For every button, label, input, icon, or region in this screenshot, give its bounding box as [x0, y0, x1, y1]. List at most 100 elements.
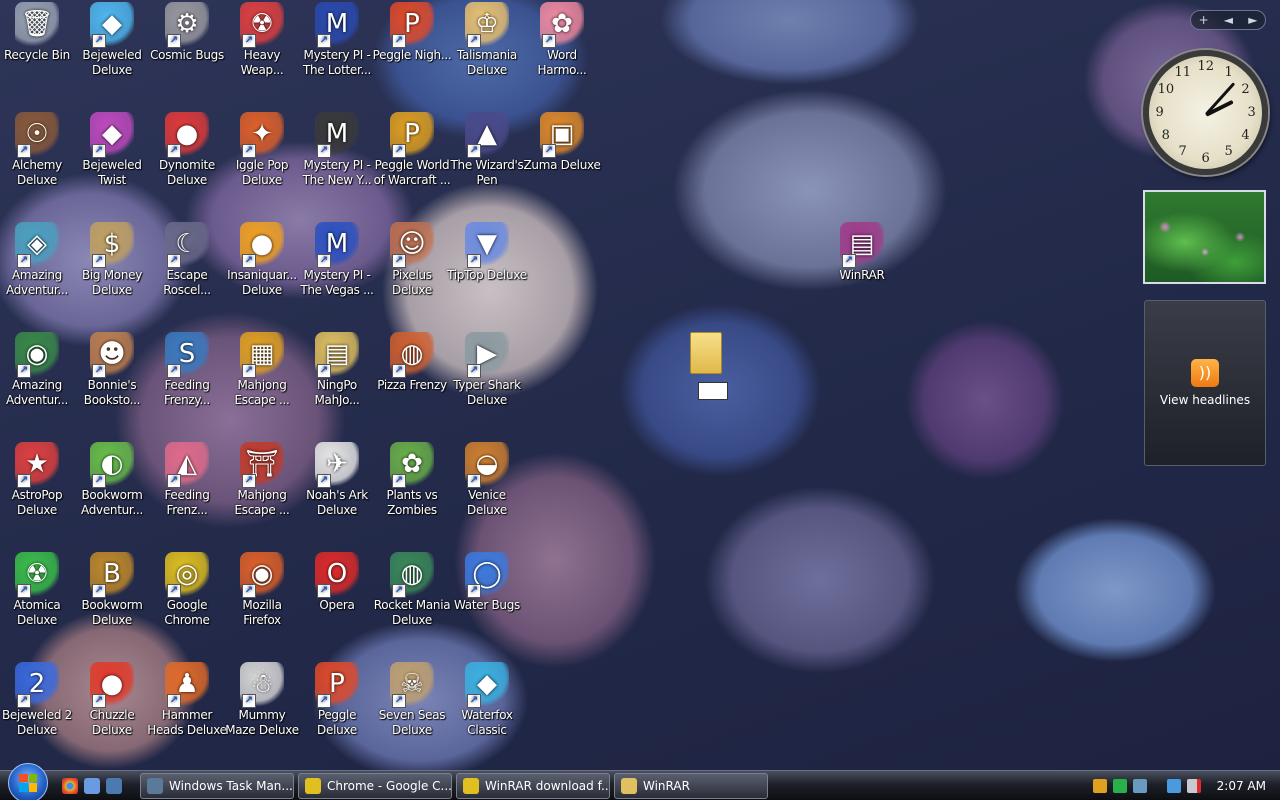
shortcut-arrow-icon: ↗ [167, 144, 181, 158]
desktop-icon-astropop-deluxe[interactable]: ★ ↗ AstroPop Deluxe [0, 442, 74, 518]
folder-rename-input[interactable] [698, 382, 728, 400]
shortcut-arrow-icon: ↗ [317, 34, 331, 48]
desktop-icon-typer-shark-deluxe[interactable]: ▶ ↗ Typer Shark Deluxe [450, 332, 524, 408]
icon-label: Mozilla Firefox [242, 598, 282, 627]
icon-label: Mystery PI - The New Y... [302, 158, 372, 187]
desktop-icon-recycle-bin[interactable]: 🗑 Recycle Bin [0, 2, 74, 63]
view-headlines-label[interactable]: View headlines [1160, 393, 1250, 407]
desktop-icon-noah-s-ark-deluxe[interactable]: ✈ ↗ Noah's Ark Deluxe [300, 442, 374, 518]
shortcut-arrow-icon: ↗ [242, 254, 256, 268]
desktop-icon-pixelus-deluxe[interactable]: ☺ ↗ Pixelus Deluxe [375, 222, 449, 298]
shortcut-arrow-icon: ↗ [542, 144, 556, 158]
desktop-icon-bookworm-adventur[interactable]: ◐ ↗ Bookworm Adventur... [75, 442, 149, 518]
desktop-icon-pizza-frenzy[interactable]: ◍ ↗ Pizza Frenzy [375, 332, 449, 393]
desktop-icon-ningpo-mahjo[interactable]: ▤ ↗ NingPo MahJo... [300, 332, 374, 408]
show-desktop-icon[interactable] [84, 777, 100, 794]
desktop-icon-peggle-deluxe[interactable]: P ↗ Peggle Deluxe [300, 662, 374, 738]
desktop-icon-feeding-frenz[interactable]: ◭ ↗ Feeding Frenz... [150, 442, 224, 518]
shield-icon[interactable] [1092, 779, 1107, 793]
shortcut-arrow-icon: ↗ [467, 34, 481, 48]
desktop-icon-peggle-world-of-warcraft[interactable]: P ↗ Peggle World of Warcraft ... [374, 112, 451, 188]
shortcut-arrow-icon: ↗ [317, 364, 331, 378]
desktop-icon-bejeweled-2-deluxe[interactable]: 2 ↗ Bejeweled 2 Deluxe [0, 662, 74, 738]
desktop-icon-zuma-deluxe[interactable]: ▣ ↗ Zuma Deluxe [523, 112, 601, 173]
shortcut-arrow-icon: ↗ [392, 34, 406, 48]
chrome-quicklaunch-icon[interactable] [62, 777, 78, 794]
app-icon: ◭ ↗ [165, 442, 209, 488]
desktop-icon-amazing-adventur[interactable]: ◉ ↗ Amazing Adventur... [0, 332, 74, 408]
taskbar-button-0[interactable]: Windows Task Man... [140, 772, 294, 799]
app-icon: ▼ ↗ [465, 222, 509, 268]
desktop-icon-heavy-weap[interactable]: ☢ ↗ Heavy Weap... [225, 2, 299, 78]
desktop-icon-amazing-adventur[interactable]: ◈ ↗ Amazing Adventur... [0, 222, 74, 298]
desktop-icon-water-bugs[interactable]: ◯ ↗ Water Bugs [450, 552, 524, 613]
clock-gadget[interactable]: 12 1 2 3 4 5 6 7 8 9 10 11 [1143, 50, 1268, 175]
volume-muted-icon[interactable] [1186, 779, 1201, 793]
desktop-icon-seven-seas-deluxe[interactable]: ☠ ↗ Seven Seas Deluxe [375, 662, 449, 738]
taskbar-button-2[interactable]: WinRAR download f... [456, 772, 610, 799]
desktop-icon-escape-roscel[interactable]: ☾ ↗ Escape Roscel... [150, 222, 224, 298]
app-icon: ◒ ↗ [465, 442, 509, 488]
sidebar-add-button[interactable]: + [1199, 13, 1209, 27]
desktop-icon-tiptop-deluxe[interactable]: ▼ ↗ TipTop Deluxe [447, 222, 527, 283]
desktop-icon-cosmic-bugs[interactable]: ⚙ ↗ Cosmic Bugs [150, 2, 224, 63]
desktop-icon-dynomite-deluxe[interactable]: ● ↗ Dynomite Deluxe [150, 112, 224, 188]
start-button[interactable] [8, 762, 48, 800]
desktop-icon-mozilla-firefox[interactable]: ◉ ↗ Mozilla Firefox [225, 552, 299, 628]
folder-icon[interactable] [690, 332, 722, 374]
desktop-icon-bejeweled-twist[interactable]: ◆ ↗ Bejeweled Twist [75, 112, 149, 188]
desktop-icon-rocket-mania-deluxe[interactable]: ◍ ↗ Rocket Mania Deluxe [374, 552, 451, 628]
desktop-icon-the-wizard-s-pen[interactable]: ▲ ↗ The Wizard's Pen [450, 112, 524, 188]
desktop-icon-mystery-pi-the-new-y[interactable]: M ↗ Mystery PI - The New Y... [300, 112, 374, 188]
slideshow-gadget[interactable] [1143, 190, 1266, 284]
desktop-icon-alchemy-deluxe[interactable]: ☉ ↗ Alchemy Deluxe [0, 112, 74, 188]
desktop-icon-google-chrome[interactable]: ◎ ↗ Google Chrome [150, 552, 224, 628]
desktop-icon-hammer-heads-deluxe[interactable]: ♟ ↗ Hammer Heads Deluxe [147, 662, 227, 738]
desktop-icon-talismania-deluxe[interactable]: ♔ ↗ Talismania Deluxe [450, 2, 524, 78]
icon-label: Iggle Pop Deluxe [235, 158, 289, 187]
app-icon: ✦ ↗ [240, 112, 284, 158]
desktop-icon-chuzzle-deluxe[interactable]: ● ↗ Chuzzle Deluxe [75, 662, 149, 738]
desktop-icon-venice-deluxe[interactable]: ◒ ↗ Venice Deluxe [450, 442, 524, 518]
desktop-icon-mystery-pi-the-vegas[interactable]: M ↗ Mystery PI - The Vegas ... [300, 222, 374, 298]
icon-label: Waterfox Classic [461, 708, 513, 737]
icon-label: Peggle Deluxe [317, 708, 357, 737]
desktop-icon-bejeweled-deluxe[interactable]: ◆ ↗ Bejeweled Deluxe [75, 2, 149, 78]
shortcut-arrow-icon: ↗ [17, 694, 31, 708]
desktop-icon-iggle-pop-deluxe[interactable]: ✦ ↗ Iggle Pop Deluxe [225, 112, 299, 188]
desktop-icon-peggle-nigh[interactable]: P ↗ Peggle Nigh... [373, 2, 452, 63]
shortcut-arrow-icon: ↗ [167, 254, 181, 268]
clock-time[interactable]: 2:07 AM [1217, 779, 1266, 793]
desktop-icon-mummy-maze-deluxe[interactable]: ☃ ↗ Mummy Maze Deluxe [225, 662, 299, 738]
desktop-icon-atomica-deluxe[interactable]: ☢ ↗ Atomica Deluxe [0, 552, 74, 628]
desktop-icon-big-money-deluxe[interactable]: $ ↗ Big Money Deluxe [75, 222, 149, 298]
desktop-icon-winrar[interactable]: ▤ ↗ WinRAR [825, 222, 899, 283]
desktop-icon-feeding-frenzy[interactable]: S ↗ Feeding Frenzy... [150, 332, 224, 408]
switch-windows-icon[interactable] [106, 777, 122, 794]
feed-headlines-gadget[interactable]: )) View headlines [1144, 300, 1266, 466]
desktop-icon-bonnie-s-booksto[interactable]: ☻ ↗ Bonnie's Booksto... [75, 332, 149, 408]
safely-remove-icon[interactable] [1166, 779, 1181, 793]
sidebar-next-button[interactable]: ► [1248, 13, 1257, 27]
network-icon[interactable] [1132, 779, 1147, 793]
sidebar-prev-button[interactable]: ◄ [1224, 13, 1233, 27]
desktop-icon-bookworm-deluxe[interactable]: B ↗ Bookworm Deluxe [75, 552, 149, 628]
taskbar-app-icon [305, 777, 321, 794]
shortcut-arrow-icon: ↗ [242, 474, 256, 488]
taskbar-button-1[interactable]: Chrome - Google C... [298, 772, 452, 799]
battery-icon[interactable] [1112, 779, 1127, 793]
desktop-icon-waterfox-classic[interactable]: ◆ ↗ Waterfox Classic [450, 662, 524, 738]
taskbar-button-3[interactable]: WinRAR [614, 772, 768, 799]
icon-label: Bejeweled 2 Deluxe [1, 708, 72, 737]
desktop-icon-word-harmo[interactable]: ✿ ↗ Word Harmo... [525, 2, 599, 78]
icon-label: Cosmic Bugs [150, 48, 224, 62]
desktop-icon-mahjong-escape[interactable]: ▦ ↗ Mahjong Escape ... [225, 332, 299, 408]
desktop-icon-plants-vs-zombies[interactable]: ✿ ↗ Plants vs Zombies [375, 442, 449, 518]
desktop-icon-insaniquar-deluxe[interactable]: ● ↗ Insaniquar... Deluxe [225, 222, 299, 298]
desktop-icon-mahjong-escape[interactable]: ⛩ ↗ Mahjong Escape ... [225, 442, 299, 518]
desktop-icon-opera[interactable]: O ↗ Opera [300, 552, 374, 613]
desktop-icon-mystery-pi-the-lotter[interactable]: M ↗ Mystery PI - The Lotter... [300, 2, 374, 78]
taskbar-button-label: Windows Task Man... [169, 778, 293, 793]
icon-label: Mystery PI - The Lotter... [302, 48, 372, 77]
icon-label: Amazing Adventur... [6, 268, 68, 297]
